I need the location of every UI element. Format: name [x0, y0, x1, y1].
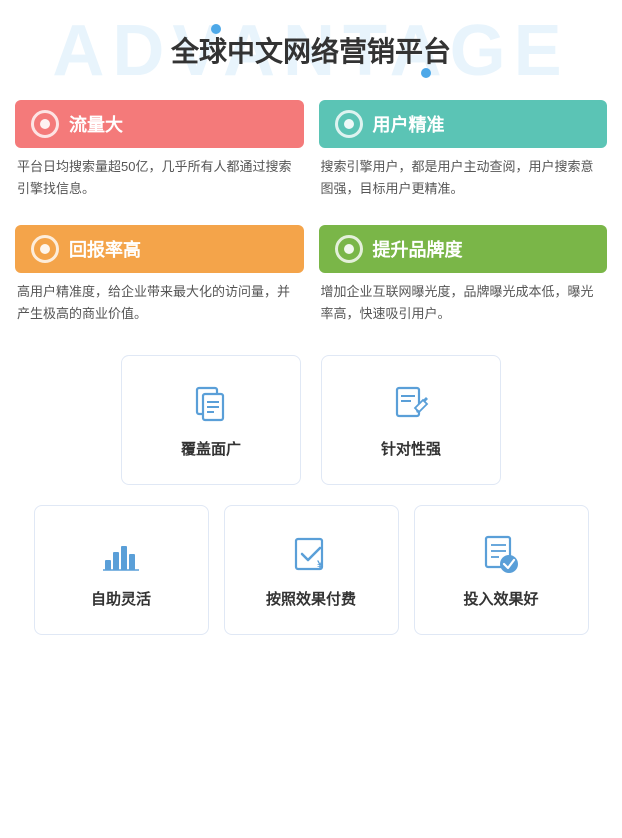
feature-pay-effect: ¥ 按照效果付费 [224, 505, 399, 635]
advantage-precision: 用户精准 搜索引擎用户，都是用户主动查阅，用户搜索意图强，目标用户更精准。 [319, 100, 608, 210]
target-icon-roi [31, 235, 59, 263]
features-bottom-section: 自助灵活 ¥ 按照效果付费 投入效果好 [0, 495, 622, 655]
advantage-roi: 回报率高 高用户精准度，给企业带来最大化的访问量，并产生极高的商业价值。 [15, 225, 304, 335]
roi-good-icon [479, 532, 523, 576]
targeted-icon [389, 382, 433, 426]
badge-precision-label: 用户精准 [373, 111, 445, 137]
feature-flexible-label: 自助灵活 [91, 588, 151, 609]
pay-effect-icon: ¥ [289, 532, 333, 576]
flexible-icon [99, 532, 143, 576]
feature-flexible: 自助灵活 [34, 505, 209, 635]
badge-traffic: 流量大 [15, 100, 304, 148]
badge-roi-label: 回报率高 [69, 236, 141, 262]
target-icon-traffic [31, 110, 59, 138]
feature-coverage: 覆盖面广 [121, 355, 301, 485]
feature-coverage-label: 覆盖面广 [181, 438, 241, 459]
desc-precision: 搜索引擎用户，都是用户主动查阅，用户搜索意图强，目标用户更精准。 [319, 148, 608, 210]
badge-roi: 回报率高 [15, 225, 304, 273]
advantages-section: 流量大 平台日均搜索量超50亿，几乎所有人都通过搜索引擎找信息。 用户精准 搜索… [0, 90, 622, 335]
feature-targeted-label: 针对性强 [381, 438, 441, 459]
badge-brand: 提升品牌度 [319, 225, 608, 273]
desc-roi: 高用户精准度，给企业带来最大化的访问量，并产生极高的商业价值。 [15, 273, 304, 335]
advantage-traffic: 流量大 平台日均搜索量超50亿，几乎所有人都通过搜索引擎找信息。 [15, 100, 304, 210]
target-icon-brand [335, 235, 363, 263]
coverage-icon [189, 382, 233, 426]
feature-roi-good: 投入效果好 [414, 505, 589, 635]
target-icon-precision [335, 110, 363, 138]
badge-traffic-label: 流量大 [69, 111, 123, 137]
header-section: ADVANTAGE 全球中文网络营销平台 [0, 0, 622, 90]
features-top-section: 覆盖面广 针对性强 [0, 335, 622, 495]
feature-roi-good-label: 投入效果好 [463, 588, 538, 609]
feature-pay-effect-label: 按照效果付费 [266, 588, 356, 609]
header-title: 全球中文网络营销平台 [171, 30, 451, 70]
badge-precision: 用户精准 [319, 100, 608, 148]
svg-text:¥: ¥ [317, 559, 324, 571]
desc-brand: 增加企业互联网曝光度，品牌曝光成本低，曝光率高，快速吸引用户。 [319, 273, 608, 335]
desc-traffic: 平台日均搜索量超50亿，几乎所有人都通过搜索引擎找信息。 [15, 148, 304, 210]
advantage-brand: 提升品牌度 增加企业互联网曝光度，品牌曝光成本低，曝光率高，快速吸引用户。 [319, 225, 608, 335]
badge-brand-label: 提升品牌度 [373, 236, 463, 262]
feature-targeted: 针对性强 [321, 355, 501, 485]
